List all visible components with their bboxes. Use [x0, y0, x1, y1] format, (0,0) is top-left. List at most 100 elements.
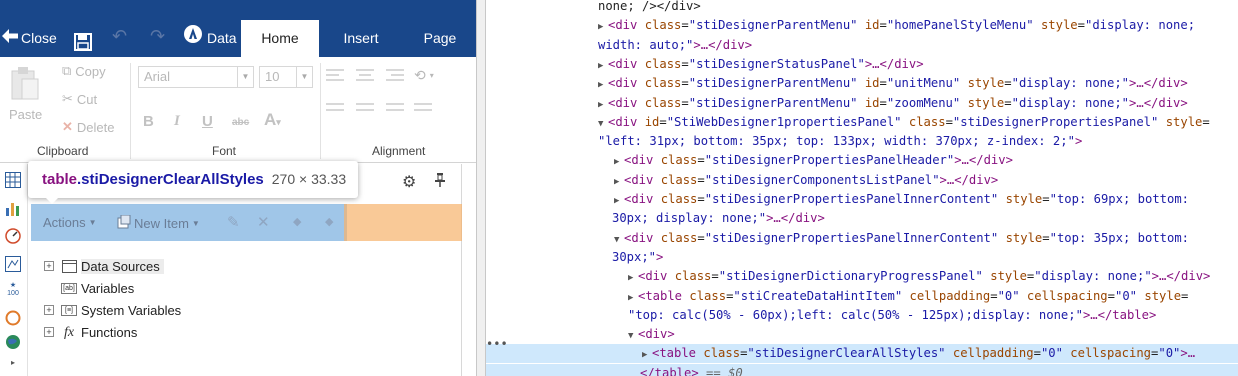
- dom-node-line[interactable]: </table> == $0: [486, 363, 1238, 376]
- tag-name: <div: [608, 56, 638, 71]
- variables-icon: [ab]: [61, 282, 77, 294]
- pin-icon[interactable]: [434, 173, 446, 190]
- data-button[interactable]: Data: [183, 24, 237, 52]
- copy-button[interactable]: ⧉ Copy: [62, 63, 106, 79]
- font-family-value: Arial: [144, 69, 171, 84]
- tree-item-data-sources[interactable]: + Data Sources: [44, 256, 164, 276]
- attribute: style="display: none;": [960, 76, 1130, 91]
- attribute: cellspacing="0": [1062, 346, 1181, 361]
- delete-label: Delete: [76, 119, 115, 135]
- font-color-icon[interactable]: A▾: [264, 110, 281, 130]
- gear-icon[interactable]: ⚙: [402, 172, 416, 192]
- move-down-icon[interactable]: ◆: [325, 215, 333, 228]
- edit-icon[interactable]: ✎: [227, 213, 240, 231]
- map-icon[interactable]: [4, 256, 22, 274]
- underline-icon[interactable]: U: [202, 113, 213, 130]
- more-actions-icon[interactable]: •••: [486, 337, 508, 351]
- tree-item-functions[interactable]: + fx Functions: [44, 322, 137, 342]
- expand-triangle-icon[interactable]: ▶: [614, 173, 624, 192]
- code-text: "left: 31px; bottom: 35px; top: 133px; w…: [598, 134, 1083, 149]
- chevron-down-icon[interactable]: ▸: [4, 354, 22, 372]
- close-button[interactable]: Close: [0, 24, 57, 52]
- tag-name: <div: [608, 18, 638, 33]
- attribute: style=: [1137, 288, 1189, 303]
- gauge-icon[interactable]: [4, 228, 22, 246]
- attribute: class="stiDesignerPropertiesPanel": [901, 114, 1159, 129]
- attribute: style="display: none;": [960, 95, 1130, 110]
- paste-button[interactable]: Paste: [9, 107, 42, 122]
- font-size-value: 10: [265, 69, 280, 84]
- tag-name: <div: [624, 230, 654, 245]
- clipboard-group-label: Clipboard: [37, 144, 89, 158]
- expand-triangle-icon[interactable]: ▶: [598, 76, 608, 95]
- tab-home[interactable]: Home: [241, 20, 319, 57]
- pane-divider[interactable]: [476, 0, 486, 376]
- expand-triangle-icon[interactable]: ▶: [614, 153, 624, 172]
- expand-triangle-icon[interactable]: ▶: [614, 192, 624, 211]
- copy-icon: ⧉: [62, 63, 72, 78]
- back-arrow-icon: [2, 24, 18, 52]
- paste-icon[interactable]: [10, 67, 40, 101]
- tree-item-label: Data Sources: [81, 258, 164, 274]
- attribute: class="stiDesignerPropertiesPanelInnerCo…: [653, 230, 999, 245]
- italic-icon[interactable]: I: [174, 113, 180, 130]
- attribute: class="stiDesignerPropertiesPanelInnerCo…: [653, 192, 999, 206]
- table-padding-highlight: [344, 204, 462, 241]
- globe-icon[interactable]: [4, 334, 22, 352]
- data-label: Data: [207, 30, 237, 46]
- chart-icon[interactable]: [4, 200, 22, 218]
- rotate-icon[interactable]: ⟲ ▾: [414, 67, 434, 84]
- dom-node-line[interactable]: ▶ <table class="stiDesignerClearAllStyles…: [486, 344, 1238, 365]
- expand-icon[interactable]: +: [44, 305, 54, 315]
- tag-tail: >…</div>: [939, 172, 999, 187]
- expand-triangle-icon[interactable]: ▶: [598, 57, 608, 76]
- expand-triangle-icon[interactable]: ▶: [598, 18, 608, 37]
- tree-item-system-variables[interactable]: + [≡] System Variables: [44, 300, 181, 320]
- chevron-down-icon: ▼: [237, 67, 253, 87]
- bold-icon[interactable]: B: [143, 113, 154, 130]
- collapse-triangle-icon[interactable]: ▼: [614, 231, 624, 250]
- actions-label: Actions: [43, 215, 86, 230]
- expand-triangle-icon[interactable]: ▶: [628, 289, 638, 308]
- code-text: <div>: [638, 327, 675, 342]
- tag-tail: >…</div>: [1129, 95, 1188, 110]
- attribute: class="stiDesignerStatusPanel": [637, 56, 865, 71]
- attribute: class="stiDesignerParentMenu": [637, 18, 858, 33]
- ribbon-separator: [320, 63, 321, 159]
- strikethrough-icon[interactable]: abc: [232, 117, 249, 128]
- new-item-label: New Item: [134, 216, 189, 231]
- collapse-triangle-icon[interactable]: ▼: [628, 327, 638, 346]
- indicator-icon[interactable]: ★ 100: [4, 282, 22, 300]
- cut-button[interactable]: ✂ Cut: [62, 91, 97, 107]
- actions-button[interactable]: Actions ▼: [43, 215, 97, 230]
- expand-icon[interactable]: +: [44, 261, 54, 271]
- attribute: cellpadding="0": [902, 288, 1020, 303]
- collapse-triangle-icon[interactable]: ▼: [598, 115, 608, 134]
- delete-button[interactable]: ✕ Delete: [62, 119, 114, 135]
- tag-name: <div: [624, 172, 654, 187]
- tag-tail: >…</div>: [1129, 76, 1188, 91]
- expand-icon[interactable]: +: [44, 327, 54, 337]
- progress-icon[interactable]: [4, 310, 22, 328]
- tree-item-variables[interactable]: [ab] Variables: [44, 278, 134, 298]
- new-item-button[interactable]: New Item ▼: [117, 214, 200, 232]
- tag-name: <table: [652, 346, 697, 361]
- table-icon[interactable]: [4, 172, 22, 190]
- undo-icon[interactable]: ↶: [112, 26, 127, 46]
- tab-insert[interactable]: Insert: [326, 20, 396, 57]
- font-size-select[interactable]: 10 ▼: [259, 66, 313, 88]
- expand-triangle-icon[interactable]: ▶: [598, 96, 608, 115]
- chevron-down-icon: ▼: [296, 67, 312, 87]
- font-family-select[interactable]: Arial ▼: [138, 66, 254, 88]
- tooltip-class: .stiDesignerClearAllStyles: [77, 171, 264, 188]
- expand-triangle-icon[interactable]: ▶: [642, 346, 652, 365]
- tab-page[interactable]: Page: [405, 20, 475, 57]
- code-text: 30px;">: [612, 249, 664, 264]
- expand-triangle-icon[interactable]: ▶: [628, 269, 638, 288]
- attribute: style=: [1158, 114, 1210, 129]
- delete-icon[interactable]: ✕: [257, 213, 270, 231]
- save-icon[interactable]: [74, 27, 92, 51]
- redo-icon[interactable]: ↷: [150, 26, 165, 46]
- move-up-icon[interactable]: ◆: [293, 215, 301, 228]
- tag-name: <table: [638, 288, 683, 303]
